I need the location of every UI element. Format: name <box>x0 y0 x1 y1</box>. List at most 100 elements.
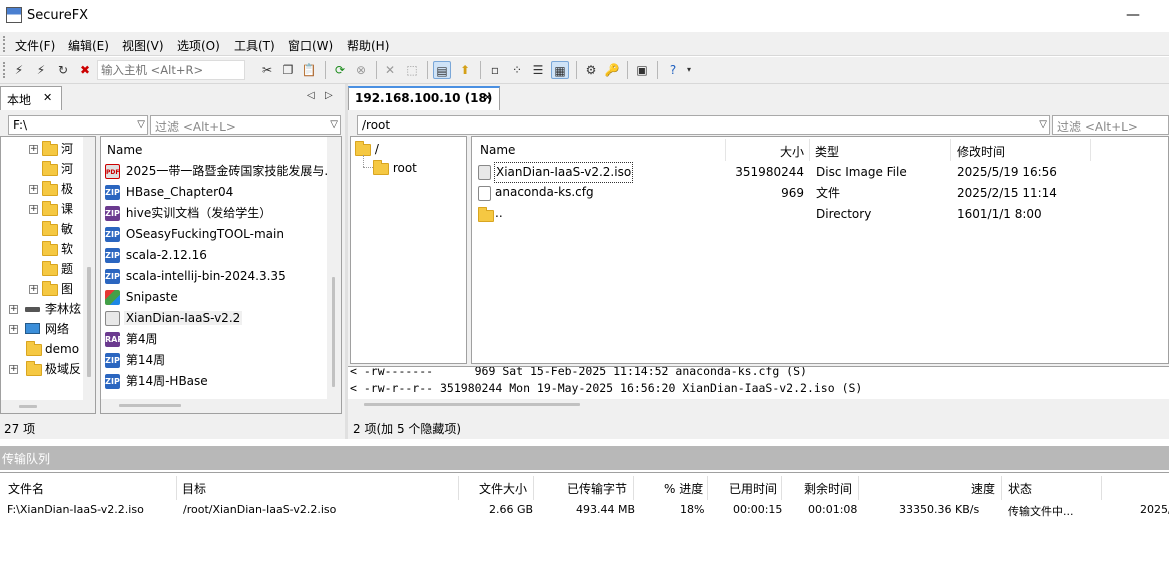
file-row[interactable]: ZIP hive实训文档（发给学生） <box>105 203 273 224</box>
local-list-scrollbar[interactable] <box>327 137 341 399</box>
menu-tools[interactable]: 工具(T) <box>234 37 275 54</box>
menu-file[interactable]: 文件(F) <box>15 37 55 54</box>
file-row[interactable]: Snipaste <box>105 287 180 308</box>
tab-remote-session[interactable]: 192.168.100.10 (18) ✕ <box>348 86 500 110</box>
details-view-icon[interactable]: ▦ <box>551 61 569 79</box>
log-hscrollbar[interactable] <box>348 399 1169 410</box>
file-row[interactable]: .. Directory 1601/1/1 8:00 <box>472 204 1168 225</box>
file-row[interactable]: ZIP scala-2.12.16 <box>105 245 209 266</box>
chevron-down-icon[interactable]: ▽ <box>1039 116 1047 134</box>
menu-window[interactable]: 窗口(W) <box>288 37 333 54</box>
tab-scroll-right-icon[interactable]: ▷ <box>325 90 333 101</box>
scrollbar-thumb[interactable] <box>87 267 91 377</box>
tab-scroll-left-icon[interactable]: ◁ <box>307 90 315 101</box>
minimize-button[interactable]: — <box>1120 2 1146 28</box>
session-options-icon[interactable]: ⚙ <box>582 61 600 79</box>
tab-close-icon[interactable]: ✕ <box>43 91 52 104</box>
queue-header-speed[interactable]: 速度 <box>971 480 995 497</box>
expand-icon[interactable]: + <box>29 145 38 154</box>
column-divider <box>725 139 726 161</box>
scrollbar-thumb[interactable] <box>119 404 181 407</box>
queue-header-size[interactable]: 文件大小 <box>479 480 527 497</box>
column-header-type[interactable]: 类型 <box>815 143 839 160</box>
queue-header-elapsed[interactable]: 已用时间 <box>729 480 777 497</box>
tab-local[interactable]: 本地 ✕ <box>0 86 62 110</box>
scrollbar-thumb[interactable] <box>364 403 580 406</box>
file-row[interactable]: ZIP OSeasyFuckingTOOL-main <box>105 224 286 245</box>
key-icon[interactable]: 🔑 <box>603 61 621 79</box>
local-tree-hscrollbar[interactable] <box>1 400 83 413</box>
cut-icon[interactable]: ✂ <box>258 61 276 79</box>
file-row[interactable]: ZIP 第14周-HBase <box>105 371 210 392</box>
tree-item-root-dir[interactable]: / <box>355 139 379 159</box>
toolbar-separator <box>325 61 326 79</box>
refresh-icon[interactable]: ⟳ <box>331 61 349 79</box>
column-header-modified[interactable]: 修改时间 <box>957 143 1005 160</box>
copy-icon[interactable]: ❐ <box>279 61 297 79</box>
scrollbar-thumb[interactable] <box>332 277 335 387</box>
quick-connect-icon[interactable]: ⚡ <box>32 61 50 79</box>
list-view-icon[interactable]: ☰ <box>529 61 547 79</box>
large-icons-icon[interactable]: ▫ <box>486 61 504 79</box>
menu-help[interactable]: 帮助(H) <box>347 37 389 54</box>
small-icons-icon[interactable]: ⁘ <box>508 61 526 79</box>
stop-icon[interactable]: ⊗ <box>352 61 370 79</box>
file-row[interactable]: PDF 2025一带一路暨金砖国家技能发展与.. <box>105 161 334 182</box>
queue-header-file[interactable]: 文件名 <box>8 480 44 497</box>
paste-icon[interactable]: 📋 <box>300 61 318 79</box>
tree-item-label: 河 <box>61 162 74 176</box>
disconnect-icon[interactable]: ✖ <box>76 61 94 79</box>
file-row[interactable]: RAR 第4周 <box>105 329 159 350</box>
properties-icon[interactable]: ⬚ <box>403 61 421 79</box>
local-list-hscrollbar[interactable] <box>101 399 341 413</box>
local-tree-scrollbar[interactable] <box>83 137 95 413</box>
file-row[interactable]: XianDian-IaaS-v2.2.iso 351980244 Disc Imag… <box>472 162 1168 183</box>
column-header-size[interactable]: 大小 <box>780 143 804 160</box>
expand-icon[interactable]: + <box>9 365 18 374</box>
menu-options[interactable]: 选项(O) <box>177 37 220 54</box>
expand-icon[interactable]: + <box>9 325 18 334</box>
local-path-combo[interactable]: F:\ ▽ <box>8 115 148 135</box>
tab-close-icon[interactable]: ✕ <box>483 91 492 104</box>
reconnect-icon[interactable]: ↻ <box>54 61 72 79</box>
toolbar-separator <box>480 61 481 79</box>
delete-icon[interactable]: ✕ <box>381 61 399 79</box>
queue-header-status[interactable]: 状态 <box>1008 480 1032 497</box>
queue-target: /root/XianDian-IaaS-v2.2.iso <box>183 503 337 516</box>
queue-header-target[interactable]: 目标 <box>182 480 206 497</box>
toolbar-overflow-icon[interactable]: ▾ <box>683 61 695 79</box>
toolbar-separator <box>376 61 377 79</box>
column-header-name[interactable]: Name <box>107 143 142 157</box>
file-row[interactable]: XianDian-IaaS-v2.2 <box>105 308 243 329</box>
scrollbar-thumb[interactable] <box>19 405 37 408</box>
expand-icon[interactable]: + <box>9 305 18 314</box>
chevron-down-icon[interactable]: ▽ <box>137 116 145 134</box>
local-file-list: Name PDF 2025一带一路暨金砖国家技能发展与.. ZIP HBase_C… <box>100 136 342 414</box>
queue-header-remaining[interactable]: 剩余时间 <box>804 480 852 497</box>
menu-edit[interactable]: 编辑(E) <box>68 37 109 54</box>
queue-header-progress[interactable]: % 进度 <box>664 480 703 497</box>
help-icon[interactable]: ? <box>664 61 682 79</box>
column-header-name[interactable]: Name <box>480 143 515 157</box>
file-row[interactable]: ZIP HBase_Chapter04 <box>105 182 235 203</box>
chevron-down-icon[interactable]: ▽ <box>330 116 338 134</box>
remote-path-combo[interactable]: /root ▽ <box>357 115 1050 135</box>
remote-filter-combo[interactable]: 过滤 <Alt+L> <box>1052 115 1169 135</box>
file-row[interactable]: ZIP scala-intellij-bin-2024.3.35 <box>105 266 288 287</box>
file-row[interactable]: ZIP 第14周 <box>105 350 167 371</box>
file-row[interactable]: anaconda-ks.cfg 969 文件 2025/2/15 11:14 <box>472 183 1168 204</box>
connect-host-input[interactable] <box>97 60 245 80</box>
queue-header-transferred[interactable]: 已传输字节 <box>567 480 627 497</box>
zip-file-icon: ZIP <box>105 185 120 200</box>
expand-icon[interactable]: + <box>29 185 38 194</box>
up-folder-icon[interactable]: ⬆ <box>456 61 474 79</box>
tree-view-icon[interactable]: ▤ <box>433 61 451 79</box>
tree-item-root[interactable]: root <box>373 158 417 178</box>
connect-icon[interactable]: ⚡ <box>10 61 28 79</box>
expand-icon[interactable]: + <box>29 205 38 214</box>
transfer-queue-icon[interactable]: ▣ <box>633 61 651 79</box>
menu-view[interactable]: 视图(V) <box>122 37 164 54</box>
local-filter-combo[interactable]: 过滤 <Alt+L> ▽ <box>150 115 341 135</box>
file-type: 文件 <box>816 186 841 200</box>
expand-icon[interactable]: + <box>29 285 38 294</box>
